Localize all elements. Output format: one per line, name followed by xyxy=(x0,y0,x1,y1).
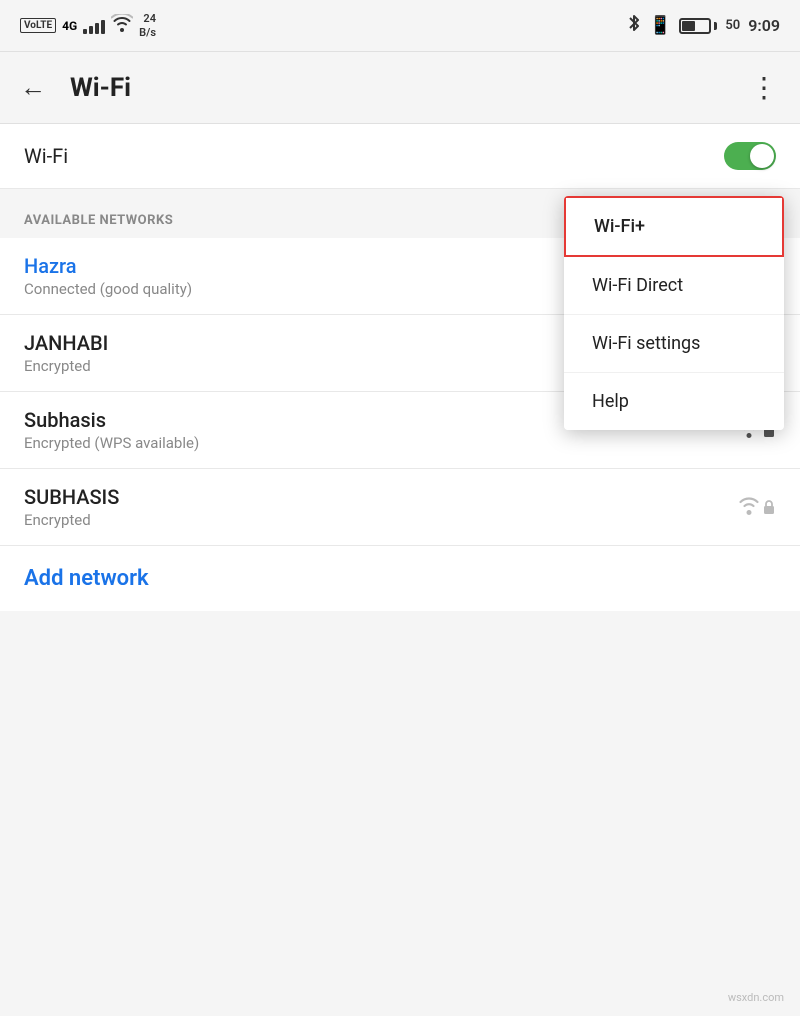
battery-box xyxy=(679,18,711,34)
battery-tip xyxy=(714,22,717,30)
add-network-button[interactable]: Add network xyxy=(24,566,149,591)
signal-bars xyxy=(83,18,105,34)
dropdown-item-wifisettings[interactable]: Wi-Fi settings xyxy=(564,315,784,373)
header-left: ← Wi-Fi xyxy=(20,72,131,103)
status-right: 📱 50 9:09 xyxy=(627,13,780,38)
back-button[interactable]: ← xyxy=(20,72,46,103)
speed-indicator: 24B/s xyxy=(139,12,156,38)
watermark: wsxdn.com xyxy=(728,991,784,1004)
network-status-janhabi: Encrypted xyxy=(24,357,108,375)
network-info-subhasis-caps: SUBHASIS Encrypted xyxy=(24,485,119,529)
network-info-hazra: Hazra Connected (good quality) xyxy=(24,254,192,298)
bluetooth-icon xyxy=(627,13,641,38)
network-item-subhasis-caps[interactable]: SUBHASIS Encrypted xyxy=(0,469,800,546)
signal-4g: 4G xyxy=(62,19,77,33)
status-left: VoLTE 4G 24B/s xyxy=(20,12,156,38)
network-info-janhabi: JANHABI Encrypted xyxy=(24,331,108,375)
network-name-subhasis-caps: SUBHASIS xyxy=(24,485,119,509)
battery-fill xyxy=(682,21,695,31)
network-name-subhasis: Subhasis xyxy=(24,408,199,432)
header: ← Wi-Fi ⋮ xyxy=(0,52,800,124)
network-name-hazra: Hazra xyxy=(24,254,192,278)
network-status-hazra: Connected (good quality) xyxy=(24,280,192,298)
dropdown-item-help[interactable]: Help xyxy=(564,373,784,430)
main-content: Wi-Fi AVAILABLE NETWORKS Hazra Connected… xyxy=(0,124,800,611)
wifi-status-icon xyxy=(111,14,133,37)
wifi-toggle-switch[interactable] xyxy=(724,142,776,170)
page-title: Wi-Fi xyxy=(70,73,131,103)
more-options-button[interactable]: ⋮ xyxy=(750,74,780,102)
time-display: 9:09 xyxy=(748,16,780,35)
status-bar: VoLTE 4G 24B/s 📱 xyxy=(0,0,800,52)
network-status-subhasis-caps: Encrypted xyxy=(24,511,119,529)
wifi-lock-icon-subhasis-caps xyxy=(736,496,776,518)
network-name-janhabi: JANHABI xyxy=(24,331,108,355)
battery-percent: 50 xyxy=(725,18,740,33)
battery-container xyxy=(679,18,717,34)
wifi-toggle-row: Wi-Fi xyxy=(0,124,800,189)
dropdown-menu: Wi-Fi+ Wi-Fi Direct Wi-Fi settings Help xyxy=(564,196,784,430)
section-title: AVAILABLE NETWORKS xyxy=(24,213,173,228)
wifi-toggle-label: Wi-Fi xyxy=(24,144,68,168)
add-network-row[interactable]: Add network xyxy=(0,546,800,611)
dropdown-item-wifidirect[interactable]: Wi-Fi Direct xyxy=(564,257,784,315)
dropdown-item-wifiplus[interactable]: Wi-Fi+ xyxy=(564,196,784,257)
nfc-icon: 📱 xyxy=(649,15,671,36)
network-info-subhasis: Subhasis Encrypted (WPS available) xyxy=(24,408,199,452)
network-status-subhasis: Encrypted (WPS available) xyxy=(24,434,199,452)
volte-badge: VoLTE xyxy=(20,18,56,33)
toggle-knob xyxy=(750,144,774,168)
